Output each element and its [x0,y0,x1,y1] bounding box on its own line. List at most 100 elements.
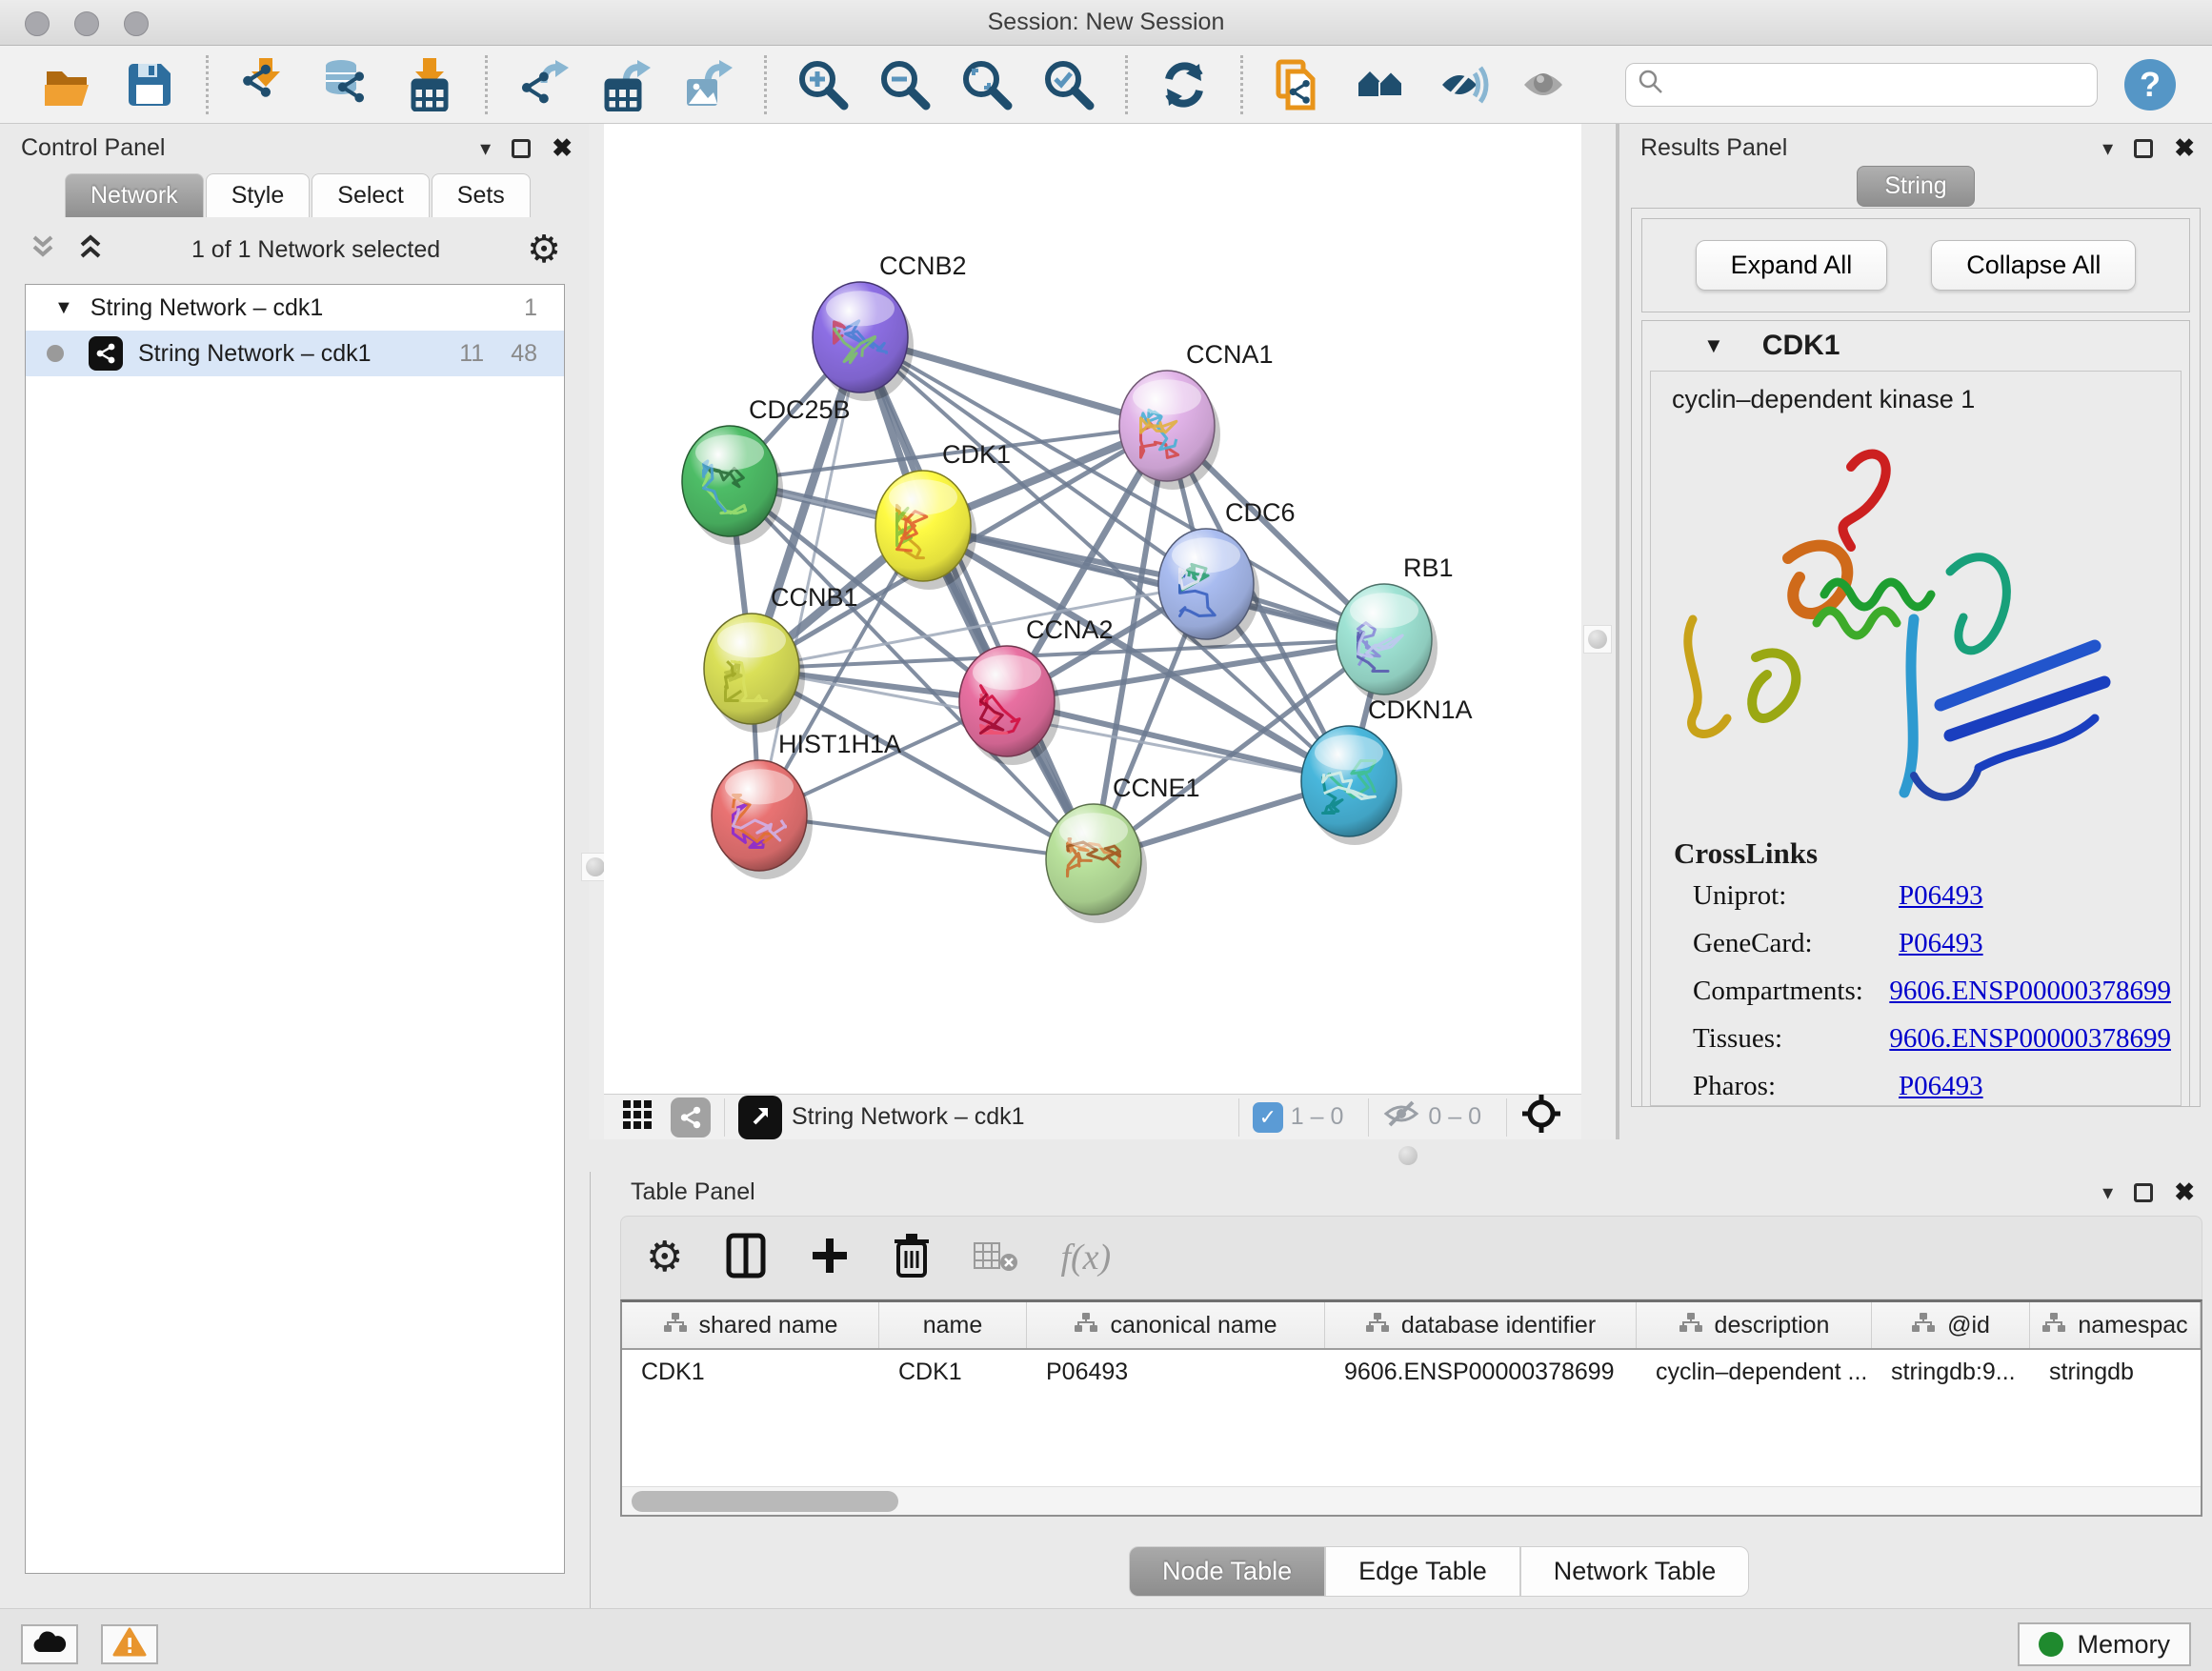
collapse-all-button[interactable]: Collapse All [1931,240,2136,291]
network-canvas[interactable]: CCNB2 CCNA1 CDC25B CDK1 CDC6 RB1 CCNB1 [604,124,1581,1094]
horizontal-splitter-handle[interactable] [1394,1141,1422,1170]
import-network-file-icon[interactable] [237,57,292,112]
scrollbar-thumb[interactable] [632,1491,898,1512]
search-input[interactable] [1674,71,2085,98]
birdseye-grid-icon[interactable] [621,1097,655,1137]
show-columns-icon[interactable] [725,1232,767,1284]
network-edge[interactable] [860,337,1094,859]
fit-selected-crosshair-icon[interactable] [1520,1093,1562,1141]
collapse-all-networks-icon[interactable] [29,232,57,269]
results-panel: Results Panel ▾ ✖ String Expand All Coll… [1619,124,2212,1139]
network-node-CCNE1[interactable]: CCNE1 [1046,774,1200,923]
table-horizontal-scrollbar[interactable] [622,1486,2201,1515]
float-panel-icon[interactable]: ▾ [2102,1180,2113,1205]
warnings-button[interactable] [101,1624,158,1664]
table-cell[interactable]: CDK1 [879,1359,1027,1386]
network-node-count: 11 [459,340,484,368]
zoom-in-icon[interactable] [795,57,851,112]
left-splitter[interactable] [589,124,604,1172]
zoom-selected-icon[interactable] [1041,57,1096,112]
delete-column-trash-icon[interactable] [893,1232,931,1284]
import-table-file-icon[interactable] [401,57,456,112]
tab-network-table[interactable]: Network Table [1520,1546,1750,1597]
table-cell[interactable]: P06493 [1027,1359,1325,1386]
table-options-gear-icon[interactable]: ⚙ [646,1237,683,1278]
close-panel-icon[interactable]: ✖ [2174,1178,2195,1207]
network-label: String Network – cdk1 [138,340,372,368]
right-splitter-handle[interactable] [1583,625,1612,654]
save-session-icon[interactable] [122,57,177,112]
column-header-namespac[interactable]: namespac [2030,1302,2201,1348]
tab-edge-table[interactable]: Edge Table [1325,1546,1520,1597]
float-panel-icon[interactable]: ▾ [480,136,491,161]
tab-style[interactable]: Style [206,173,311,217]
collection-expand-caret-icon[interactable]: ▼ [54,297,73,319]
memory-status-dot [2039,1632,2063,1657]
export-image-icon[interactable] [680,57,735,112]
column-header-@id[interactable]: @id [1872,1302,2030,1348]
hide-selected-icon[interactable] [1436,57,1491,112]
node-label-CCNB1: CCNB1 [771,583,858,612]
network-node-HIST1H1A[interactable]: HIST1H1A [712,730,901,879]
column-header-description[interactable]: description [1637,1302,1872,1348]
table-cell[interactable]: cyclin–dependent ... [1637,1359,1872,1386]
tab-node-table[interactable]: Node Table [1129,1546,1325,1597]
tab-string[interactable]: String [1857,166,1974,207]
column-header-database-identifier[interactable]: database identifier [1325,1302,1637,1348]
maximize-panel-icon[interactable] [2134,139,2153,158]
network-node-RB1[interactable]: RB1 [1337,554,1454,703]
maximize-panel-icon[interactable] [2134,1183,2153,1202]
memory-button[interactable]: Memory [2018,1622,2191,1666]
refresh-view-icon[interactable] [1156,57,1212,112]
network-collection-row[interactable]: ▼ String Network – cdk1 1 [26,285,564,331]
selected-items-checkbox[interactable]: ✓ [1253,1102,1283,1133]
network-node-CCNB1[interactable]: CCNB1 [704,583,858,733]
zoom-out-icon[interactable] [877,57,933,112]
close-panel-icon[interactable]: ✖ [552,133,573,163]
right-splitter[interactable] [1581,124,1619,1139]
table-row[interactable]: CDK1CDK1P064939606.ENSP00000378699cyclin… [622,1350,2201,1394]
network-row-selected[interactable]: String Network – cdk1 11 48 [26,331,564,376]
duplicate-network-icon[interactable] [1272,57,1327,112]
network-edge[interactable] [923,526,1384,639]
network-node-CCNB2[interactable]: CCNB2 [813,252,967,401]
table-cell[interactable]: 9606.ENSP00000378699 [1325,1359,1637,1386]
network-node-CCNA1[interactable]: CCNA1 [1119,340,1274,490]
help-button[interactable]: ? [2124,59,2176,111]
first-neighbors-icon[interactable] [1354,57,1409,112]
tab-select[interactable]: Select [312,173,429,217]
crosslink-link[interactable]: P06493 [1899,928,1983,959]
import-network-database-icon[interactable] [319,57,374,112]
table-cell[interactable]: stringdb:9... [1872,1359,2030,1386]
horizontal-splitter[interactable] [589,1139,2212,1172]
expand-all-button[interactable]: Expand All [1696,240,1888,291]
column-header-shared-name[interactable]: shared name [622,1302,879,1348]
network-options-gear-icon[interactable]: ⚙ [527,231,561,269]
network-node-CDKN1A[interactable]: CDKN1A [1301,695,1473,845]
crosslink-link[interactable]: 9606.ENSP00000378699 [1889,976,2171,1007]
column-header-name[interactable]: name [879,1302,1027,1348]
table-cell[interactable]: stringdb [2030,1359,2201,1386]
detach-view-icon[interactable] [738,1096,782,1139]
expand-all-networks-icon[interactable] [76,232,105,269]
tab-sets[interactable]: Sets [432,173,531,217]
network-overview-icon[interactable] [671,1097,711,1137]
close-panel-icon[interactable]: ✖ [2174,133,2195,163]
collection-count: 1 [524,294,537,322]
crosslink-link[interactable]: 9606.ENSP00000378699 [1889,1023,2171,1055]
column-header-canonical-name[interactable]: canonical name [1027,1302,1325,1348]
zoom-fit-icon[interactable] [959,57,1015,112]
tab-network[interactable]: Network [65,173,204,217]
search-box[interactable] [1625,63,2098,107]
maximize-panel-icon[interactable] [512,139,531,158]
export-network-icon[interactable] [516,57,572,112]
cloud-status-button[interactable] [21,1624,78,1664]
crosslink-link[interactable]: P06493 [1899,880,1983,912]
table-cell[interactable]: CDK1 [622,1359,879,1386]
crosslink-link[interactable]: P06493 [1899,1071,1983,1102]
create-column-icon[interactable] [809,1235,851,1281]
gene-collapse-caret-icon[interactable]: ▼ [1703,333,1724,358]
float-panel-icon[interactable]: ▾ [2102,136,2113,161]
export-table-icon[interactable] [598,57,654,112]
open-session-icon[interactable] [40,57,95,112]
